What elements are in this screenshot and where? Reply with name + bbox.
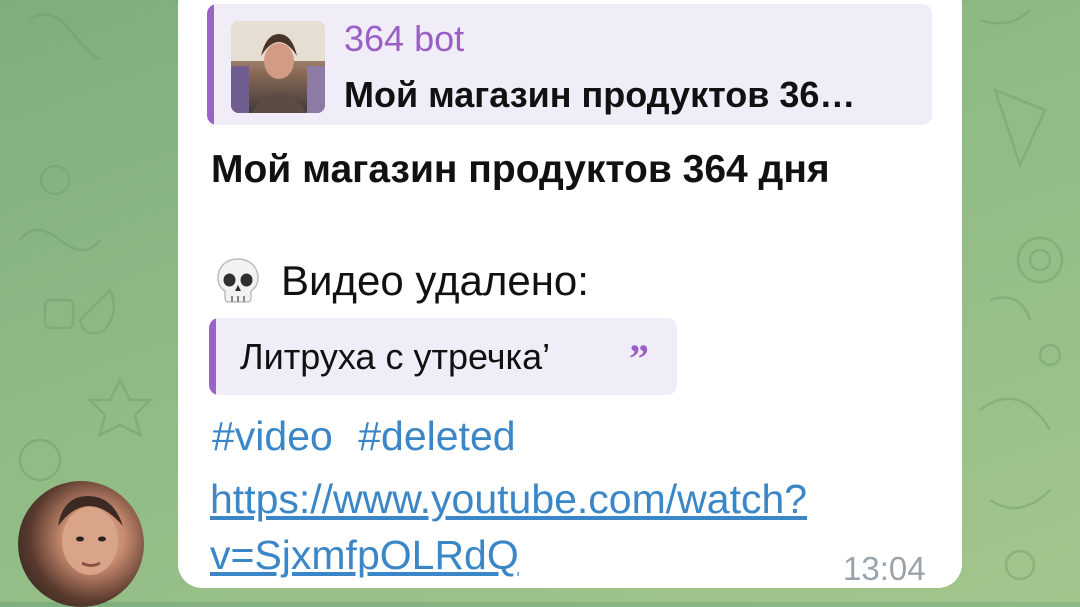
hashtag-deleted[interactable]: #deleted [358, 413, 515, 459]
quote-icon: ” [629, 336, 649, 381]
hashtags: #video #deleted [212, 413, 530, 460]
youtube-link[interactable]: https://www.youtube.com/watch?v=SjxmfpOL… [210, 471, 810, 583]
reply-preview[interactable]: 364 bot Мой магазин продуктов 36… [207, 4, 932, 125]
sender-avatar[interactable] [18, 481, 144, 607]
reply-accent-bar [207, 4, 214, 125]
video-status-text: Видео удалено: [281, 257, 589, 304]
reply-preview-text: Мой магазин продуктов 36… [344, 74, 856, 115]
quote-text: Литруха с утречка’ [240, 336, 551, 377]
skull-icon [217, 258, 259, 303]
message-title: Мой магазин продуктов 364 дня [211, 148, 830, 191]
avatar-portrait [58, 496, 123, 575]
quote-accent-bar [209, 318, 216, 395]
hashtag-video[interactable]: #video [212, 413, 333, 459]
video-status: Видео удалено: [213, 253, 589, 309]
video-title-quote: Литруха с утречка’ ” [209, 318, 677, 395]
message-timestamp: 13:04 [843, 550, 926, 587]
reply-thumbnail [231, 21, 325, 113]
reply-sender-name: 364 bot [344, 18, 465, 59]
